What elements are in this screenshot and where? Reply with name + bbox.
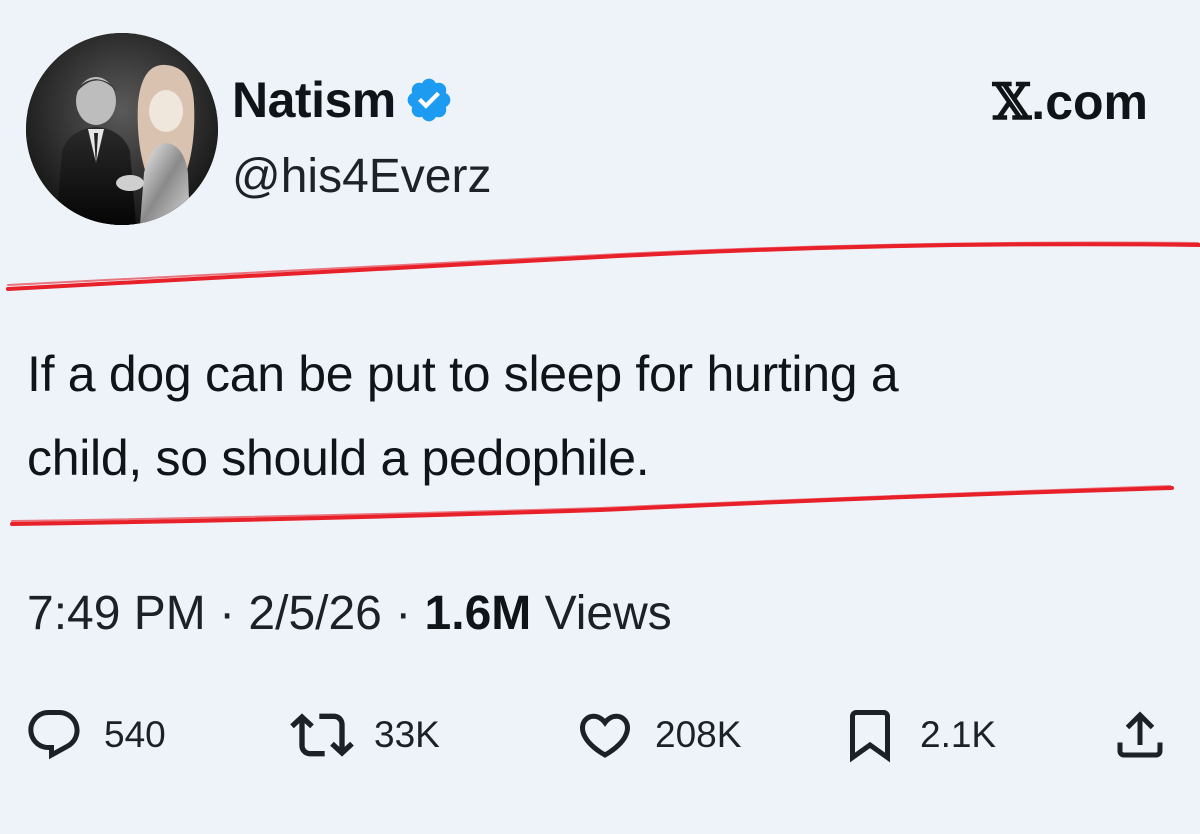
avatar[interactable] (26, 33, 218, 225)
tweet-time[interactable]: 7:49 PM (27, 587, 206, 640)
meta-separator: · (381, 587, 425, 640)
tweet-text-line: If a dog can be put to sleep for hurting… (27, 346, 899, 402)
red-underline-top (6, 241, 1200, 291)
repost-icon (290, 713, 354, 757)
author-name-row: Natism (232, 70, 454, 130)
author-handle[interactable]: @his4Everz (232, 148, 491, 206)
meta-separator: · (205, 587, 249, 640)
heart-icon (579, 713, 631, 758)
reply-button[interactable]: 540 (24, 700, 166, 770)
tweet-meta: 7:49 PM · 2/5/26 · 1.6M Views (27, 584, 672, 644)
verified-badge-icon[interactable] (404, 75, 454, 125)
avatar-image (26, 33, 218, 225)
views-label: Views (531, 587, 672, 640)
bookmark-button[interactable]: 2.1K (840, 700, 996, 770)
repost-count: 33K (374, 714, 440, 755)
share-button[interactable] (1110, 700, 1170, 770)
tweet-text: If a dog can be put to sleep for hurting… (27, 332, 1187, 500)
repost-button[interactable]: 33K (290, 700, 440, 770)
reply-count: 540 (104, 714, 166, 755)
site-watermark: 𝕏.com (993, 72, 1149, 132)
action-bar: 540 33K 208K 2.1K (0, 700, 1200, 770)
share-icon (1117, 711, 1163, 758)
red-underline-bottom (10, 485, 1174, 526)
views-count: 1.6M (424, 587, 532, 640)
tweet-date[interactable]: 2/5/26 (248, 587, 381, 640)
like-button[interactable]: 208K (575, 700, 741, 770)
x-logo-icon: 𝕏 (992, 72, 1032, 131)
reply-icon (28, 710, 80, 760)
display-name[interactable]: Natism (232, 70, 396, 130)
site-domain: .com (1031, 74, 1148, 130)
like-count: 208K (655, 714, 742, 755)
bookmark-count: 2.1K (920, 714, 997, 755)
bookmark-icon (850, 710, 890, 763)
